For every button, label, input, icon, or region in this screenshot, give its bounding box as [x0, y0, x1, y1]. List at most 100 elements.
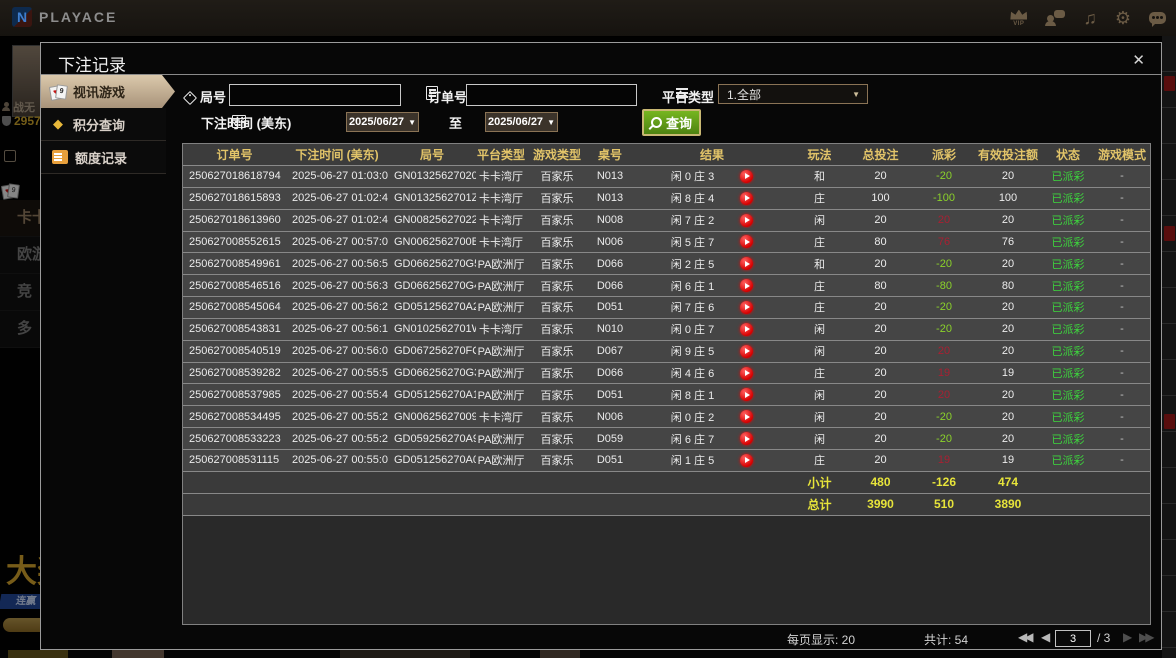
prev-page-icon[interactable]: ◀ — [1041, 630, 1050, 644]
last-page-icon[interactable]: ▶▶ — [1139, 630, 1155, 644]
table-cell: -20 — [936, 301, 952, 314]
table-cell: 已派彩 — [1051, 455, 1085, 468]
replay-icon[interactable] — [740, 300, 754, 314]
next-page-icon[interactable]: ▶ — [1123, 630, 1132, 644]
platform-select[interactable]: 1.全部 ▼ — [718, 84, 868, 104]
app-root: N PLAYACE VIP ♫ ⚙ 战无 2957 ♥9 卡卡欧游竞多 — [0, 0, 1176, 658]
table-cell: 庄 — [814, 302, 825, 315]
column-header: 有效投注额 — [977, 148, 1038, 162]
platform-select-value: 1.全部 — [727, 87, 762, 102]
table-row: 250627008545064 2025-06-27 00:56:24 GD0512… — [183, 297, 1150, 319]
table-cell: D066 — [596, 367, 624, 380]
sidebar-item-0[interactable]: ♥9 视讯游戏 — [41, 75, 175, 108]
replay-icon[interactable] — [740, 322, 754, 336]
table-cell: 250627008537985 — [189, 388, 281, 401]
table-cell: 20 — [937, 388, 951, 401]
table-cell: 19 — [1001, 367, 1015, 380]
replay-icon[interactable] — [740, 235, 754, 249]
replay-icon[interactable] — [740, 410, 754, 424]
table-cell: 250627018613960 — [189, 214, 281, 227]
replay-icon[interactable] — [740, 344, 754, 358]
table-cell: 百家乐 — [540, 215, 574, 228]
table-cell: 闲 — [814, 433, 825, 446]
table-cell: N013 — [596, 170, 624, 183]
table-cell: 2025-06-27 01:02:49 — [292, 192, 388, 205]
chat-icon[interactable] — [1149, 12, 1166, 27]
title-divider — [41, 74, 1161, 75]
table-cell: GD066256270G5 — [394, 257, 476, 270]
customer-service-icon[interactable] — [1045, 10, 1066, 26]
sidebar-item-1[interactable]: ◆ 积分查询 — [41, 108, 166, 141]
table-cell: 474 — [997, 475, 1019, 490]
table-cell: 2025-06-27 01:03:03 — [292, 170, 388, 183]
table-cell: - — [1120, 323, 1124, 336]
replay-icon[interactable] — [740, 169, 754, 183]
search-button[interactable]: 查询 — [642, 109, 702, 136]
date-from-picker[interactable]: 2025/06/27 ▼ — [346, 112, 419, 132]
order-input[interactable] — [466, 84, 637, 106]
column-header: 结果 — [699, 148, 724, 162]
vip-icon[interactable]: VIP — [1010, 9, 1028, 27]
table-cell: 2025-06-27 00:55:09 — [292, 454, 388, 467]
tag-icon — [182, 90, 198, 106]
table-cell: 20 — [874, 257, 887, 270]
replay-icon[interactable] — [740, 257, 754, 271]
table-cell: 250627008552615 — [189, 235, 281, 248]
replay-icon[interactable] — [740, 388, 754, 402]
replay-icon[interactable] — [740, 279, 754, 293]
result-text: 闲 2 庄 5 — [670, 258, 715, 271]
table-cell: 20 — [874, 170, 887, 183]
subtotal-row: 小计 480 -126 474 — [183, 471, 1150, 494]
sidebar-item-2[interactable]: 额度记录 — [41, 141, 166, 174]
date-from-value: 2025/06/27 — [349, 116, 405, 128]
table-cell: 20 — [1001, 257, 1015, 270]
table-cell: 20 — [1001, 301, 1015, 314]
search-icon — [651, 117, 662, 128]
table-row: 250627008549961 2025-06-27 00:56:54 GD0662… — [183, 253, 1150, 276]
replay-icon[interactable] — [740, 366, 754, 380]
table-cell: 250627008546516 — [189, 279, 281, 292]
music-icon[interactable]: ♫ — [1083, 9, 1097, 27]
date-to-picker[interactable]: 2025/06/27 ▼ — [485, 112, 558, 132]
table-cell: 卡卡湾厅 — [479, 193, 523, 206]
table-cell: 已派彩 — [1051, 389, 1085, 402]
table-row: 250627018613960 2025-06-27 01:02:40 GN0082… — [183, 209, 1150, 232]
table-cell: PA欧洲厅 — [477, 433, 525, 446]
result-text: 闲 0 庄 7 — [670, 324, 715, 337]
date-to-value: 2025/06/27 — [488, 116, 544, 128]
table-cell: 100 — [871, 192, 890, 205]
close-icon[interactable]: ✕ — [1132, 51, 1145, 69]
first-page-icon[interactable]: ◀◀ — [1018, 630, 1034, 644]
table-cell: -126 — [931, 475, 957, 490]
replay-icon[interactable] — [740, 213, 754, 227]
round-input[interactable] — [229, 84, 401, 106]
table-cell: 闲 0 庄 2 — [632, 409, 792, 425]
table-cell: 250627008533223 — [189, 432, 281, 445]
table-cell: 闲 4 庄 6 — [632, 365, 792, 381]
table-cell: 已派彩 — [1051, 368, 1085, 381]
table-cell: 庄 — [814, 368, 825, 381]
table-cell: - — [1120, 192, 1124, 205]
sidebar-item-label: 视讯游戏 — [73, 85, 126, 100]
table-cell: 80 — [1001, 279, 1015, 292]
table-cell: -20 — [936, 257, 952, 270]
table-row: 250627008531115 2025-06-27 00:55:09 GD0512… — [183, 449, 1150, 472]
replay-icon[interactable] — [740, 191, 754, 205]
settings-gear-icon[interactable]: ⚙ — [1115, 9, 1131, 27]
table-cell: - — [1120, 454, 1124, 467]
table-cell: 和 — [814, 171, 825, 184]
table-cell: D051 — [596, 388, 624, 401]
table-cell: N013 — [596, 192, 624, 205]
brand-name: PLAYACE — [39, 9, 118, 25]
top-bar: N PLAYACE VIP ♫ ⚙ — [0, 0, 1176, 37]
replay-icon[interactable] — [740, 432, 754, 446]
result-text: 闲 7 庄 6 — [670, 302, 715, 315]
table-cell: 80 — [874, 235, 887, 248]
table-row: 250627008537985 2025-06-27 00:55:46 GD0512… — [183, 384, 1150, 407]
table-cell: 闲 8 庄 1 — [632, 387, 792, 403]
table-cell: 20 — [874, 367, 887, 380]
table-cell: 百家乐 — [540, 236, 574, 249]
result-text: 闲 0 庄 2 — [670, 411, 715, 424]
replay-icon[interactable] — [740, 453, 754, 467]
page-input[interactable] — [1055, 630, 1091, 647]
